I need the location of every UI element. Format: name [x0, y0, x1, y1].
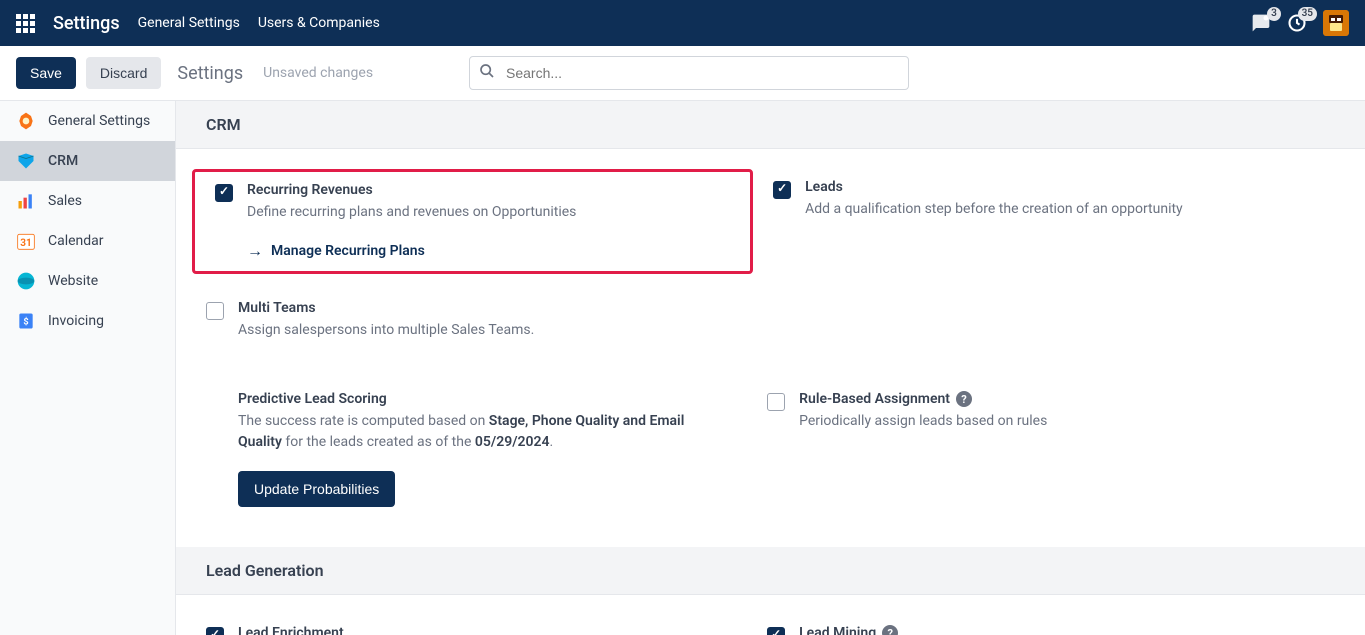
update-probabilities-button[interactable]: Update Probabilities	[238, 471, 395, 507]
setting-lead-enrichment: Lead Enrichment	[186, 615, 747, 635]
gear-icon	[16, 111, 36, 131]
menu-general-settings[interactable]: General Settings	[138, 15, 240, 31]
calendar-icon: 31	[16, 231, 36, 251]
sidebar-item-label: General Settings	[48, 113, 150, 129]
checkbox-rule-based-assignment[interactable]	[767, 393, 785, 411]
setting-leads: Leads Add a qualification step before th…	[753, 169, 1314, 280]
link-manage-recurring-plans[interactable]: → Manage Recurring Plans	[247, 241, 425, 261]
website-icon	[16, 271, 36, 291]
search-icon	[479, 63, 495, 83]
checkbox-recurring-revenues[interactable]	[215, 184, 233, 202]
setting-desc: Periodically assign leads based on rules	[799, 411, 1288, 432]
setting-desc: Assign salespersons into multiple Sales …	[238, 320, 727, 341]
sidebar-item-sales[interactable]: Sales	[0, 181, 175, 221]
setting-title: Predictive Lead Scoring	[238, 391, 727, 407]
menu-users-companies[interactable]: Users & Companies	[258, 15, 380, 31]
crm-icon	[16, 151, 36, 171]
messages-count: 3	[1267, 7, 1281, 21]
setting-desc: Define recurring plans and revenues on O…	[247, 202, 730, 223]
save-button[interactable]: Save	[16, 57, 76, 89]
invoicing-icon: $	[16, 311, 36, 331]
sidebar-item-website[interactable]: Website	[0, 261, 175, 301]
svg-text:31: 31	[20, 238, 31, 249]
setting-desc: Add a qualification step before the crea…	[805, 199, 1294, 220]
setting-title: Lead Enrichment	[238, 625, 727, 635]
apps-menu-icon[interactable]	[16, 14, 35, 33]
help-icon[interactable]: ?	[956, 391, 972, 407]
sidebar-item-label: Calendar	[48, 233, 104, 249]
link-label: Manage Recurring Plans	[271, 243, 425, 259]
sidebar-item-calendar[interactable]: 31 Calendar	[0, 221, 175, 261]
app-title: Settings	[53, 13, 120, 34]
setting-rule-based-assignment: Rule-Based Assignment ? Periodically ass…	[747, 381, 1308, 517]
top-navbar: Settings General Settings Users & Compan…	[0, 0, 1365, 46]
setting-title: Leads	[805, 179, 1294, 195]
sidebar-item-crm[interactable]: CRM	[0, 141, 175, 181]
setting-predictive-lead-scoring: Predictive Lead Scoring The success rate…	[186, 381, 747, 517]
checkbox-lead-mining[interactable]	[767, 627, 785, 635]
settings-content: CRM Recurring Revenues Define recurring …	[176, 101, 1365, 635]
sidebar-item-label: Invoicing	[48, 313, 104, 329]
setting-title: Rule-Based Assignment ?	[799, 391, 1288, 407]
discard-button[interactable]: Discard	[86, 57, 161, 89]
checkbox-leads[interactable]	[773, 181, 791, 199]
control-panel: Save Discard Settings Unsaved changes	[0, 46, 1365, 101]
sales-icon	[16, 191, 36, 211]
sidebar-item-general-settings[interactable]: General Settings	[0, 101, 175, 141]
setting-multi-teams: Multi Teams Assign salespersons into mul…	[186, 290, 747, 351]
svg-text:$: $	[23, 316, 28, 327]
setting-title: Recurring Revenues	[247, 182, 730, 198]
setting-desc: The success rate is computed based on St…	[238, 411, 727, 453]
section-header-crm: CRM	[176, 101, 1365, 149]
section-header-lead-generation: Lead Generation	[176, 547, 1365, 595]
unsaved-status: Unsaved changes	[263, 65, 373, 81]
setting-title: Lead Mining ?	[799, 625, 1288, 635]
activity-button[interactable]: 35	[1287, 13, 1307, 33]
user-avatar[interactable]	[1323, 10, 1349, 36]
setting-lead-mining: Lead Mining ?	[747, 615, 1308, 635]
activity-count: 35	[1298, 7, 1317, 21]
search-input[interactable]	[469, 56, 909, 90]
setting-recurring-revenues: Recurring Revenues Define recurring plan…	[192, 169, 753, 274]
help-icon[interactable]: ?	[882, 625, 898, 635]
setting-title: Multi Teams	[238, 300, 727, 316]
breadcrumb: Settings	[177, 63, 243, 84]
settings-sidebar: General Settings CRM Sales 31 Calendar W…	[0, 101, 176, 635]
checkbox-lead-enrichment[interactable]	[206, 627, 224, 635]
checkbox-multi-teams[interactable]	[206, 302, 224, 320]
sidebar-item-invoicing[interactable]: $ Invoicing	[0, 301, 175, 341]
sidebar-item-label: Sales	[48, 193, 82, 209]
sidebar-item-label: CRM	[48, 153, 78, 169]
arrow-right-icon: →	[247, 241, 263, 261]
sidebar-item-label: Website	[48, 273, 98, 289]
messages-button[interactable]: 3	[1251, 13, 1271, 33]
